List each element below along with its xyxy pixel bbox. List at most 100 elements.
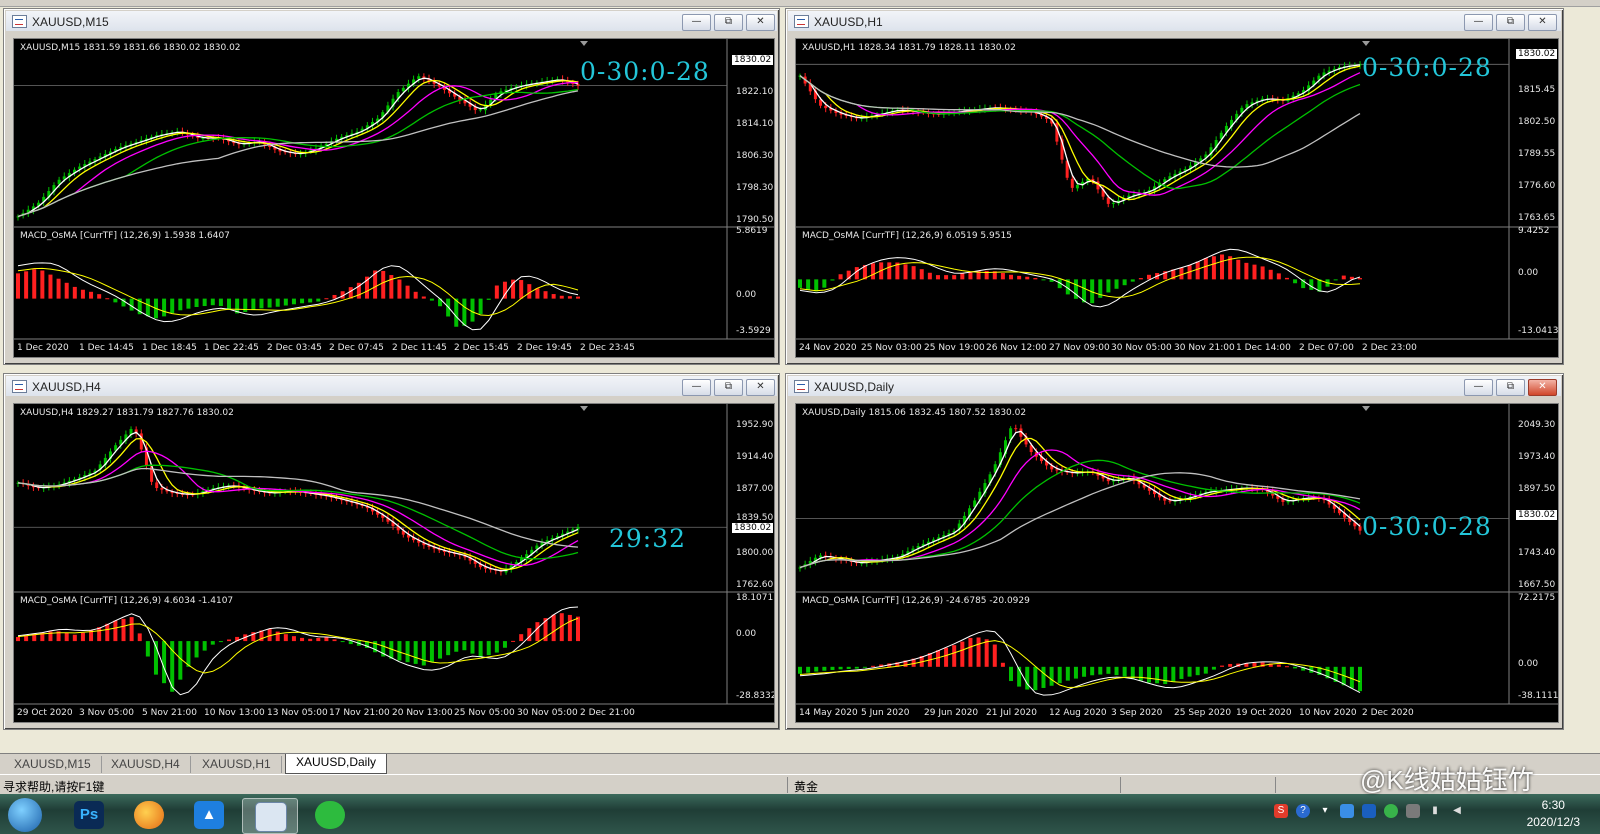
time-tick: 29 Jun 2020: [924, 708, 979, 718]
time-tick: 1 Dec 14:00: [1236, 343, 1291, 353]
time-tick: 5 Jun 2020: [861, 708, 910, 718]
macd-histogram-bar: [1284, 666, 1289, 668]
macd-tick: -28.8332: [736, 691, 775, 701]
sogou-input-icon[interactable]: S: [1274, 804, 1288, 818]
ma-green-line: [799, 75, 1361, 190]
macd-histogram-bar: [186, 641, 191, 667]
chart-window-m15[interactable]: XAUUSD,M15 — ⧉ ✕ XAUUSD,M15 1831.59 1831…: [3, 8, 780, 365]
security-shield-icon[interactable]: [1362, 804, 1376, 818]
window-title: XAUUSD,Daily: [814, 380, 895, 394]
device-icon[interactable]: [1406, 804, 1420, 818]
minimize-button[interactable]: —: [682, 379, 711, 396]
taskbar-app[interactable]: ▲: [184, 798, 234, 832]
time-tick: 1 Dec 18:45: [142, 343, 197, 353]
restore-button[interactable]: ⧉: [714, 14, 743, 31]
macd-histogram-bar: [97, 627, 102, 642]
macd-histogram-bar: [862, 666, 867, 668]
tray-expand-icon[interactable]: ▾: [1318, 804, 1332, 818]
chart-canvas[interactable]: XAUUSD,H4 1829.27 1831.79 1827.76 1830.0…: [13, 403, 775, 723]
window-titlebar[interactable]: XAUUSD,H4 — ⧉ ✕: [6, 376, 777, 396]
macd-histogram-bar: [551, 294, 556, 299]
macd-histogram-bar: [1155, 666, 1160, 684]
close-button[interactable]: ✕: [746, 14, 775, 31]
taskbar-clock[interactable]: 6:30 2020/12/3: [1527, 797, 1580, 831]
wechat-tray-icon[interactable]: [1384, 804, 1398, 818]
countdown-overlay: 0-30:0-28: [1362, 512, 1492, 541]
taskbar-metatrader[interactable]: [242, 798, 298, 834]
time-tick: 20 Nov 13:00: [392, 708, 453, 718]
macd-histogram-bar: [56, 278, 61, 299]
macd-histogram-bar: [559, 295, 564, 299]
volume-icon[interactable]: ◀: [1450, 804, 1464, 818]
close-button[interactable]: ✕: [746, 379, 775, 396]
macd-histogram-bar: [1114, 279, 1119, 289]
macd-histogram-bar: [413, 291, 418, 299]
macd-tick: 9.4252: [1518, 226, 1550, 236]
price-tick: 1897.50: [1518, 484, 1556, 494]
candle-body: [1055, 469, 1059, 471]
price-tick: 1839.50: [736, 513, 774, 523]
clock-time: 6:30: [1541, 798, 1565, 812]
macd-histogram-bar: [854, 267, 859, 280]
macd-histogram-bar: [1276, 273, 1281, 280]
close-button[interactable]: ✕: [1528, 14, 1557, 31]
chart-canvas[interactable]: XAUUSD,H1 1828.34 1831.79 1828.11 1830.0…: [795, 38, 1559, 358]
help-tray-icon[interactable]: ?: [1296, 804, 1310, 818]
top-menu-strip: [0, 0, 1600, 7]
candle-body: [1014, 428, 1018, 430]
close-button[interactable]: ✕: [1528, 379, 1557, 396]
tab-xauusd-daily[interactable]: XAUUSD,Daily: [285, 754, 388, 774]
time-tick: 30 Nov 21:00: [1174, 343, 1235, 353]
network-drive-icon[interactable]: [1340, 804, 1354, 818]
signal-icon[interactable]: ▮: [1428, 804, 1442, 818]
current-price-label: 1830.02: [1516, 49, 1558, 59]
chart-window-h1[interactable]: XAUUSD,H1 — ⧉ ✕ XAUUSD,H1 1828.34 1831.7…: [785, 8, 1564, 365]
macd-histogram-bar: [429, 298, 434, 301]
macd-histogram-bar: [32, 269, 37, 299]
chart-canvas[interactable]: XAUUSD,M15 1831.59 1831.66 1830.02 1830.…: [13, 38, 775, 358]
tab-xauusd-h1[interactable]: XAUUSD,H1: [192, 756, 282, 773]
macd-histogram-bar: [316, 637, 321, 642]
time-tick: 2 Dec 11:45: [392, 343, 447, 353]
macd-histogram-bar: [1358, 666, 1362, 692]
chart-canvas[interactable]: XAUUSD,Daily 1815.06 1832.45 1807.52 183…: [795, 403, 1559, 723]
window-titlebar[interactable]: XAUUSD,M15 — ⧉ ✕: [6, 11, 777, 31]
time-tick: 13 Nov 05:00: [267, 708, 328, 718]
window-titlebar[interactable]: XAUUSD,H1 — ⧉ ✕: [788, 11, 1561, 31]
price-tick: 1763.65: [1518, 213, 1556, 223]
chart-window-daily[interactable]: XAUUSD,Daily — ⧉ ✕ XAUUSD,Daily 1815.06 …: [785, 373, 1564, 730]
start-button[interactable]: [4, 798, 48, 832]
chart-window-h4[interactable]: XAUUSD,H4 — ⧉ ✕ XAUUSD,H4 1829.27 1831.7…: [3, 373, 780, 730]
macd-histogram-bar: [186, 298, 191, 309]
macd-histogram-bar: [903, 264, 908, 280]
taskbar-browser[interactable]: [124, 798, 174, 832]
macd-histogram-bar: [1130, 279, 1135, 282]
macd-histogram-bar: [1252, 264, 1257, 280]
macd-line: [17, 606, 579, 696]
minimize-button[interactable]: —: [682, 14, 711, 31]
macd-histogram-bar: [332, 294, 337, 299]
macd-histogram-bar: [1000, 273, 1005, 280]
macd-histogram-bar: [944, 275, 949, 280]
minimize-button[interactable]: —: [1464, 14, 1493, 31]
macd-histogram-bar: [170, 298, 175, 314]
macd-histogram-bar: [944, 647, 949, 667]
macd-histogram-bar: [1228, 663, 1233, 667]
chart-window-icon: [794, 15, 809, 28]
taskbar-photoshop[interactable]: Ps: [64, 798, 114, 832]
restore-button[interactable]: ⧉: [714, 379, 743, 396]
macd-histogram-bar: [1276, 664, 1281, 667]
chart-window-icon: [12, 380, 27, 393]
macd-histogram-bar: [64, 282, 69, 299]
macd-tick: 0.00: [1518, 659, 1539, 669]
taskbar-wechat[interactable]: [305, 798, 355, 832]
time-tick: 25 Nov 03:00: [861, 343, 922, 353]
restore-button[interactable]: ⧉: [1496, 379, 1525, 396]
tab-xauusd-h4[interactable]: XAUUSD,H4: [101, 756, 191, 773]
minimize-button[interactable]: —: [1464, 379, 1493, 396]
price-tick: 1743.40: [1518, 548, 1556, 558]
macd-tick: 0.00: [736, 629, 757, 639]
window-titlebar[interactable]: XAUUSD,Daily — ⧉ ✕: [788, 376, 1561, 396]
restore-button[interactable]: ⧉: [1496, 14, 1525, 31]
tab-xauusd-m15[interactable]: XAUUSD,M15: [4, 756, 102, 773]
